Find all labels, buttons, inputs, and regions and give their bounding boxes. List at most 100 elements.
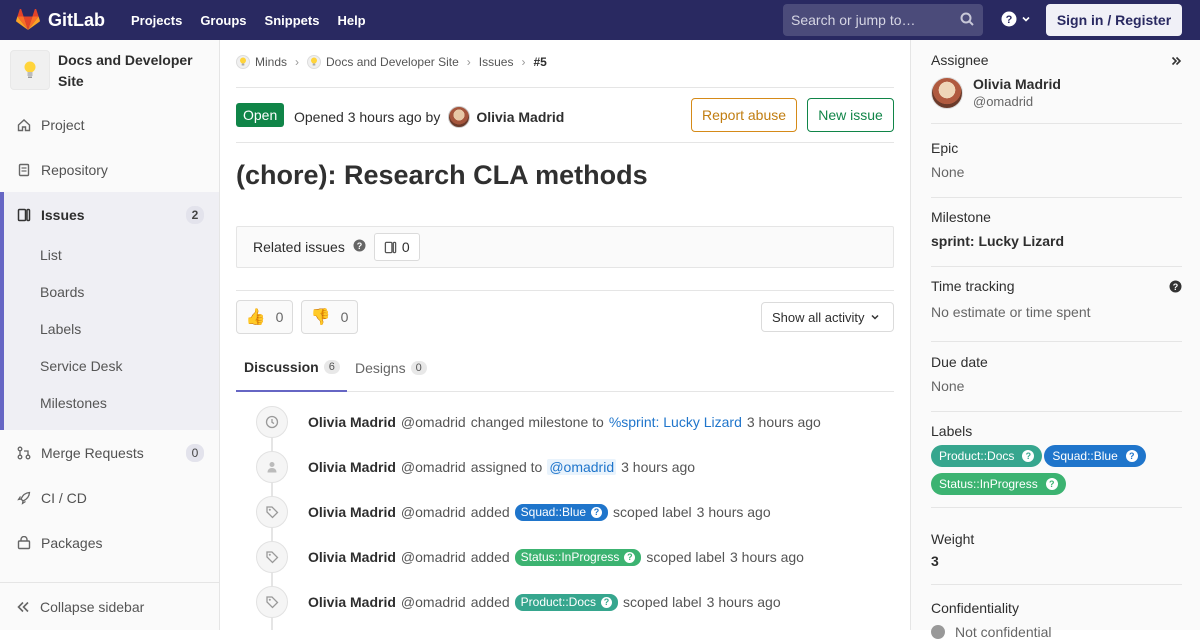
author-avatar[interactable] xyxy=(448,106,471,128)
note-action: assigned to xyxy=(470,459,543,475)
tab-count-badge: 6 xyxy=(323,360,340,374)
issues-icon xyxy=(16,207,32,223)
note-suffix: scoped label xyxy=(646,549,725,565)
label-chip-product-docs[interactable]: Product::Docs? xyxy=(931,445,1043,467)
project-header[interactable]: Docs and Developer Site xyxy=(0,40,219,104)
note-author[interactable]: Olivia Madrid xyxy=(308,549,396,565)
related-issues-count[interactable]: 0 xyxy=(373,233,420,261)
activity-filter-dropdown[interactable]: Show all activity xyxy=(761,302,894,332)
project-avatar xyxy=(10,50,50,90)
rocket-icon xyxy=(16,490,32,506)
assignee-handle: @omadrid xyxy=(973,94,1034,109)
sidebar-item-issues[interactable]: Issues 2 xyxy=(0,192,219,237)
divider xyxy=(236,87,894,88)
author-name-link[interactable]: Olivia Madrid xyxy=(476,109,564,125)
note-timestamp[interactable]: 3 hours ago xyxy=(747,414,821,430)
gitlab-logo[interactable]: GitLab xyxy=(16,9,105,31)
label-text: Status::InProgress xyxy=(939,477,1038,491)
assignee-avatar[interactable] xyxy=(931,76,963,109)
sidebar-item-label: Project xyxy=(41,116,85,133)
assignee-name[interactable]: Olivia Madrid xyxy=(973,76,1061,92)
note-timestamp[interactable]: 3 hours ago xyxy=(730,549,804,565)
scoped-label-product-docs[interactable]: Product::Docs? xyxy=(514,593,619,611)
search-icon xyxy=(960,12,974,26)
collapse-sidebar-button[interactable]: Collapse sidebar xyxy=(0,582,219,630)
note-author[interactable]: Olivia Madrid xyxy=(308,504,396,520)
due-date-label: Due date xyxy=(931,354,988,370)
sidebar-sub-labels[interactable]: Labels xyxy=(40,321,81,337)
note-author[interactable]: Olivia Madrid xyxy=(308,459,396,475)
nav-groups-link[interactable]: Groups xyxy=(200,13,246,28)
clock-icon xyxy=(256,406,288,438)
milestone-link[interactable]: %sprint: Lucky Lizard xyxy=(609,414,742,430)
note-timestamp[interactable]: 3 hours ago xyxy=(707,594,781,610)
sidebar-item-project[interactable]: Project xyxy=(0,102,219,147)
sign-in-register-button[interactable]: Sign in / Register xyxy=(1046,4,1182,36)
note-handle: @omadrid xyxy=(400,459,466,475)
sidebar-item-label: Packages xyxy=(41,534,103,551)
brand-name: GitLab xyxy=(48,9,105,30)
tab-label: Designs xyxy=(355,360,406,376)
lightbulb-icon xyxy=(24,61,36,78)
list-item: Olivia Madrid @omadrid changed milestone… xyxy=(256,406,821,438)
sidebar-item-packages[interactable]: Packages xyxy=(0,520,219,565)
question-circle-icon: ? xyxy=(591,506,603,518)
note-author[interactable]: Olivia Madrid xyxy=(308,594,396,610)
user-mention-link[interactable]: @omadrid xyxy=(547,459,617,475)
scoped-label-squad-blue[interactable]: Squad::Blue? xyxy=(514,503,609,521)
label-chip-squad-blue[interactable]: Squad::Blue? xyxy=(1044,445,1146,467)
note-author[interactable]: Olivia Madrid xyxy=(308,414,396,430)
note-suffix: scoped label xyxy=(613,504,692,520)
note-handle: @omadrid xyxy=(400,414,466,430)
breadcrumb-issues[interactable]: Issues xyxy=(479,55,514,69)
nav-projects-link[interactable]: Projects xyxy=(131,13,182,28)
milestone-value[interactable]: sprint: Lucky Lizard xyxy=(931,233,1182,249)
weight-section: Weight 3 xyxy=(931,531,1182,585)
chevron-down-icon xyxy=(871,314,880,320)
note-timestamp[interactable]: 3 hours ago xyxy=(621,459,695,475)
tab-designs[interactable]: Designs 0 xyxy=(355,344,427,392)
sidebar-item-merge-requests[interactable]: Merge Requests 0 xyxy=(0,430,219,475)
issues-count-badge: 2 xyxy=(186,205,204,224)
tag-icon xyxy=(256,496,288,528)
nav-snippets-link[interactable]: Snippets xyxy=(265,13,320,28)
breadcrumb-project[interactable]: Docs and Developer Site xyxy=(326,55,459,69)
report-abuse-button[interactable]: Report abuse xyxy=(691,98,797,132)
question-circle-icon[interactable]: ? xyxy=(353,239,366,255)
label-text: Status::InProgress xyxy=(520,550,620,564)
question-circle-icon: ? xyxy=(1125,450,1138,462)
double-chevron-left-icon xyxy=(16,600,30,614)
list-item: Olivia Madrid @omadrid added Squad::Blue… xyxy=(256,496,771,528)
breadcrumb-issue-number[interactable]: #5 xyxy=(533,55,546,69)
note-suffix: scoped label xyxy=(623,594,702,610)
nav-help-link[interactable]: Help xyxy=(337,13,365,28)
sidebar-sub-list[interactable]: List xyxy=(40,247,62,263)
thumbs-up-count: 0 xyxy=(275,309,284,325)
breadcrumb-minds[interactable]: Minds xyxy=(255,55,287,69)
tab-discussion[interactable]: Discussion 6 xyxy=(236,344,347,392)
help-dropdown[interactable]: ? xyxy=(1001,11,1031,27)
due-date-section: Due date None xyxy=(931,354,1182,412)
note-timestamp[interactable]: 3 hours ago xyxy=(697,504,771,520)
epic-value: None xyxy=(931,164,965,180)
label-text: Squad::Blue xyxy=(1052,449,1118,463)
label-chip-status-inprogress[interactable]: Status::InProgress? xyxy=(931,473,1066,495)
thumbs-down-button[interactable]: 👎 0 xyxy=(301,300,358,334)
collapse-label: Collapse sidebar xyxy=(40,598,145,615)
thumbs-up-button[interactable]: 👍 0 xyxy=(236,300,293,334)
sidebar-sub-milestones[interactable]: Milestones xyxy=(40,395,107,411)
search-input[interactable]: Search or jump to… xyxy=(783,4,983,36)
sidebar-item-repository[interactable]: Repository xyxy=(0,147,219,192)
new-issue-button[interactable]: New issue xyxy=(807,98,894,132)
issues-icon xyxy=(384,241,397,253)
double-chevron-right-icon[interactable] xyxy=(1170,54,1182,70)
related-issues-panel: Related issues ? 0 xyxy=(236,226,894,268)
sidebar-sub-service-desk[interactable]: Service Desk xyxy=(40,358,122,374)
sidebar-item-label: Issues xyxy=(41,206,85,223)
question-circle-icon[interactable]: ? xyxy=(1169,280,1182,296)
sidebar-sub-boards[interactable]: Boards xyxy=(40,284,84,300)
sidebar-item-cicd[interactable]: CI / CD xyxy=(0,475,219,520)
scoped-label-status-inprogress[interactable]: Status::InProgress? xyxy=(514,548,642,566)
label-text: Squad::Blue xyxy=(520,505,587,519)
list-item: Olivia Madrid @omadrid assigned to @omad… xyxy=(256,451,695,483)
